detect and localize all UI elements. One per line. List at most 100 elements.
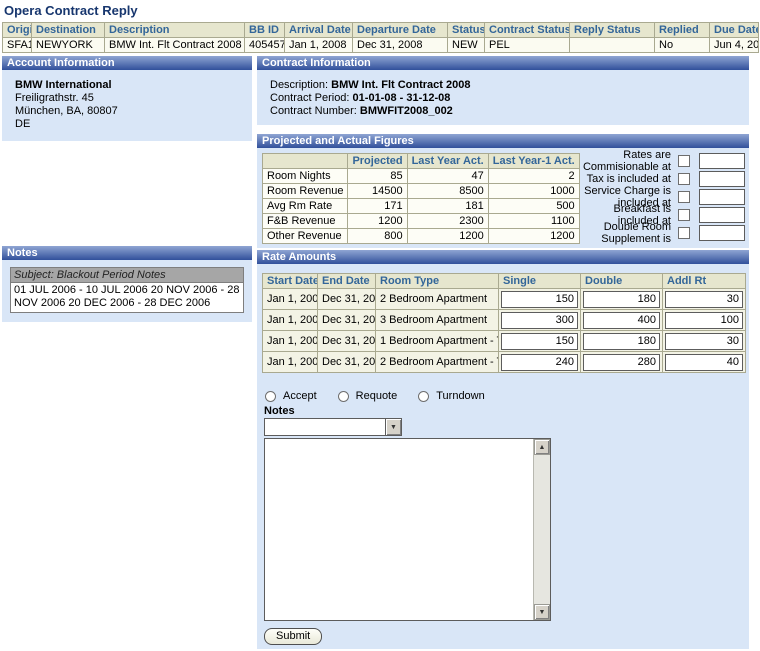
addl-rate-input[interactable] <box>665 291 743 308</box>
proj-value: 85 <box>348 169 407 184</box>
proj-value: 8500 <box>407 184 488 199</box>
cell-bbid: 405457 <box>245 38 285 53</box>
proj-row-label: Room Revenue <box>263 184 348 199</box>
cell-contract-status: PEL <box>485 38 570 53</box>
addl-rate-input[interactable] <box>665 354 743 371</box>
breakfast-included-checkbox[interactable] <box>678 209 690 221</box>
cell-status: NEW <box>448 38 485 53</box>
contract-information-section: Contract Information Description: BMW In… <box>257 56 749 125</box>
proj-row: Room Nights 85 47 2 <box>263 169 580 184</box>
contract-information-panel: Description: BMW Int. Flt Contract 2008 … <box>257 70 749 125</box>
textarea-scrollbar[interactable]: ▲ ▼ <box>533 439 550 620</box>
cell-description: BMW Int. Flt Contract 2008 <box>105 38 245 53</box>
notes-header: Notes <box>2 246 252 260</box>
requote-radio[interactable] <box>338 391 349 402</box>
contract-description-row: Description: BMW Int. Flt Contract 2008 <box>270 79 749 92</box>
col-header-projected: Projected <box>348 154 407 169</box>
chevron-down-icon[interactable]: ▼ <box>385 419 401 435</box>
reply-notes-textarea[interactable] <box>265 439 533 620</box>
period-value: 01-01-08 - 31-12-08 <box>353 92 451 104</box>
account-information-section: Account Information BMW International Fr… <box>2 56 252 141</box>
rate-amounts-header: Rate Amounts <box>257 250 749 264</box>
number-label: Contract Number: <box>270 105 357 117</box>
proj-value: 2 <box>488 169 579 184</box>
double-rate-input[interactable] <box>583 312 660 329</box>
description-value: BMW Int. Flt Contract 2008 <box>331 79 470 91</box>
double-rate-input[interactable] <box>583 291 660 308</box>
proj-row-label: Room Nights <box>263 169 348 184</box>
double-supplement-input[interactable] <box>699 225 745 241</box>
page-title: Opera Contract Reply <box>4 3 758 18</box>
option-row-service-charge: Service Charge is included at <box>580 190 745 204</box>
rate-row: Jan 1, 2008 Dec 31, 2008 2 Bedroom Apart… <box>263 289 746 310</box>
requote-radio-label: Requote <box>356 390 398 402</box>
proj-value: 1000 <box>488 184 579 199</box>
proj-row: F&B Revenue 1200 2300 1100 <box>263 214 580 229</box>
rate-end-date: Dec 31, 2008 <box>318 331 376 352</box>
scroll-down-icon[interactable]: ▼ <box>534 604 550 620</box>
rate-row: Jan 1, 2008 Dec 31, 2008 1 Bedroom Apart… <box>263 331 746 352</box>
option-row-breakfast: Breakfast is included at <box>580 208 745 222</box>
option-row-tax: Tax is included at <box>580 172 745 186</box>
submit-button[interactable]: Submit <box>264 628 322 645</box>
addl-rate-input[interactable] <box>665 333 743 350</box>
cell-due-date: Jun 4, 2008 <box>710 38 759 53</box>
requote-radio-item[interactable]: Requote <box>338 390 398 402</box>
rate-end-date: Dec 31, 2008 <box>318 352 376 373</box>
addl-rate-input[interactable] <box>665 312 743 329</box>
turndown-radio[interactable] <box>418 391 429 402</box>
col-header-departure: Departure Date <box>353 23 448 38</box>
proj-value: 1100 <box>488 214 579 229</box>
turndown-radio-item[interactable]: Turndown <box>418 390 485 402</box>
tax-included-checkbox[interactable] <box>678 173 690 185</box>
proj-value: 1200 <box>348 214 407 229</box>
breakfast-rate-input[interactable] <box>699 207 745 223</box>
double-supplement-checkbox[interactable] <box>678 227 690 239</box>
scroll-up-icon[interactable]: ▲ <box>534 439 550 455</box>
notes-panel: Subject: Blackout Period Notes 01 JUL 20… <box>2 260 252 322</box>
rate-start-date: Jan 1, 2008 <box>263 310 318 331</box>
service-charge-input[interactable] <box>699 189 745 205</box>
col-header-room-type: Room Type <box>376 274 499 289</box>
proj-value: 181 <box>407 199 488 214</box>
contract-summary-table: Origin Destination Description BB ID Arr… <box>2 22 759 53</box>
single-rate-input[interactable] <box>501 312 578 329</box>
col-header-double: Double <box>581 274 663 289</box>
col-header-last-year: Last Year Act. <box>407 154 488 169</box>
rate-start-date: Jan 1, 2008 <box>263 331 318 352</box>
cell-destination: NEWYORK <box>32 38 105 53</box>
projected-figures-header: Projected and Actual Figures <box>257 134 749 148</box>
proj-value: 1200 <box>488 229 579 244</box>
col-header-description: Description <box>105 23 245 38</box>
commissionable-checkbox[interactable] <box>678 155 690 167</box>
accept-radio[interactable] <box>265 391 276 402</box>
reply-choice-group: Accept Requote Turndown <box>265 390 749 402</box>
double-rate-input[interactable] <box>583 354 660 371</box>
service-charge-checkbox[interactable] <box>678 191 690 203</box>
rate-room-type: 3 Bedroom Apartment <box>376 310 499 331</box>
rate-amounts-panel: Start Date End Date Room Type Single Dou… <box>257 264 749 649</box>
notes-subject: Subject: Blackout Period Notes <box>11 268 243 283</box>
reply-notes-textbox: ▲ ▼ <box>264 438 551 621</box>
notes-template-dropdown[interactable]: ▼ <box>264 418 402 436</box>
dropdown-selected-value <box>265 419 385 435</box>
notes-text: 01 JUL 2006 - 10 JUL 2006 20 NOV 2006 - … <box>11 283 243 312</box>
accept-radio-item[interactable]: Accept <box>265 390 317 402</box>
blackout-notes-box: Subject: Blackout Period Notes 01 JUL 20… <box>10 267 244 313</box>
single-rate-input[interactable] <box>501 333 578 350</box>
proj-row: Other Revenue 800 1200 1200 <box>263 229 580 244</box>
option-row-commissionable: Rates are Commisionable at <box>580 154 745 168</box>
account-address-line: Freiligrathstr. 45 <box>15 92 252 105</box>
single-rate-input[interactable] <box>501 291 578 308</box>
col-header-contract-status: Contract Status <box>485 23 570 38</box>
proj-value: 1200 <box>407 229 488 244</box>
commissionable-rate-input[interactable] <box>699 153 745 169</box>
option-label: Double Room Supplement is <box>580 221 671 245</box>
rate-end-date: Dec 31, 2008 <box>318 310 376 331</box>
tax-rate-input[interactable] <box>699 171 745 187</box>
single-rate-input[interactable] <box>501 354 578 371</box>
double-rate-input[interactable] <box>583 333 660 350</box>
account-address-line: München, BA, 80807 <box>15 105 252 118</box>
proj-value: 171 <box>348 199 407 214</box>
contract-information-header: Contract Information <box>257 56 749 70</box>
